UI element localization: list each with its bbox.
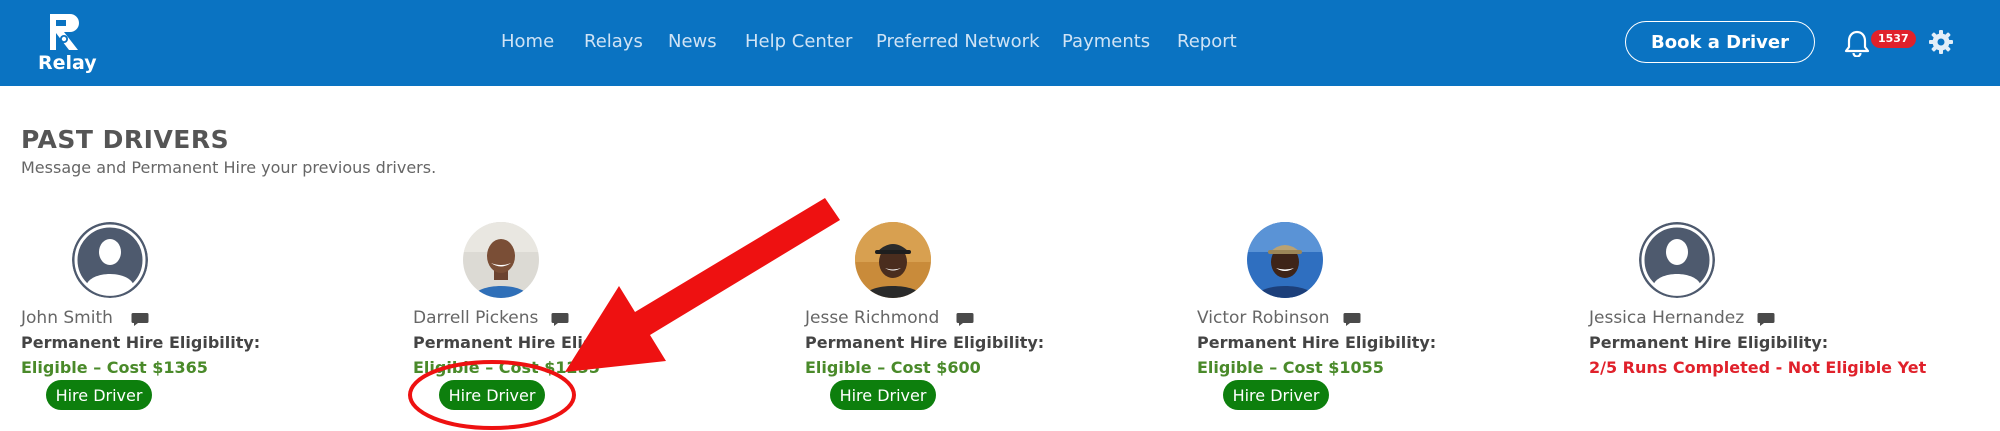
page-title: PAST DRIVERS [21, 125, 230, 154]
driver-name: Darrell Pickens [413, 308, 539, 328]
bell-icon[interactable] [1843, 29, 1871, 57]
hire-driver-button[interactable]: Hire Driver [46, 380, 152, 410]
eligibility-status: 2/5 Runs Completed - Not Eligible Yet [1589, 358, 1927, 377]
chat-icon[interactable] [1757, 312, 1775, 327]
chat-icon[interactable] [956, 312, 974, 327]
driver-photo [855, 222, 931, 298]
top-header: Relay Home Relays News Help Center Prefe… [0, 0, 2000, 86]
driver-name: Victor Robinson [1197, 308, 1330, 328]
relay-logo[interactable]: Relay [38, 12, 97, 74]
driver-card-jessica-hernandez: Jessica Hernandez Permanent Hire Eligibi… [1589, 222, 1969, 422]
driver-card-john-smith: John Smith Permanent Hire Eligibility: E… [21, 222, 401, 422]
page-subtitle: Message and Permanent Hire your previous… [21, 158, 437, 177]
driver-photo [463, 222, 539, 298]
driver-name: John Smith [21, 308, 113, 328]
chat-icon[interactable] [131, 312, 149, 327]
chat-icon[interactable] [1343, 312, 1361, 327]
eligibility-status: Eligible – Cost $600 [805, 358, 981, 377]
eligibility-label: Permanent Hire Eligibility: [805, 333, 1045, 352]
eligibility-status: Eligible – Cost $1055 [1197, 358, 1384, 377]
relay-logo-icon [50, 14, 79, 50]
hire-driver-button[interactable]: Hire Driver [830, 380, 936, 410]
default-avatar-icon [1639, 222, 1715, 298]
eligibility-label: Permanent Hire Eligibility: [413, 333, 653, 352]
nav-payments[interactable]: Payments [1062, 31, 1150, 52]
notification-badge: 1537 [1871, 30, 1916, 48]
driver-card-victor-robinson: Victor Robinson Permanent Hire Eligibili… [1197, 222, 1577, 422]
nav-home[interactable]: Home [501, 31, 554, 52]
chat-icon[interactable] [551, 312, 569, 327]
default-avatar-icon [72, 222, 148, 298]
hire-driver-button[interactable]: Hire Driver [1223, 380, 1329, 410]
nav-relays[interactable]: Relays [584, 31, 643, 52]
gear-icon[interactable] [1928, 29, 1954, 55]
eligibility-status: Eligible – Cost $1255 [413, 358, 600, 377]
nav-preferred-network[interactable]: Preferred Network [876, 31, 1040, 52]
driver-card-jesse-richmond: Jesse Richmond Permanent Hire Eligibilit… [805, 222, 1185, 422]
eligibility-label: Permanent Hire Eligibility: [1589, 333, 1829, 352]
hire-driver-button[interactable]: Hire Driver [439, 380, 545, 410]
book-driver-button[interactable]: Book a Driver [1625, 21, 1815, 63]
driver-avatar [855, 222, 931, 298]
logo-text: Relay [38, 52, 97, 74]
nav-report[interactable]: Report [1177, 31, 1237, 52]
driver-avatar [1247, 222, 1323, 298]
nav-help-center[interactable]: Help Center [745, 31, 852, 52]
driver-photo [1247, 222, 1323, 298]
driver-avatar [1639, 222, 1715, 298]
eligibility-label: Permanent Hire Eligibility: [21, 333, 261, 352]
driver-avatar [72, 222, 148, 298]
driver-name: Jesse Richmond [805, 308, 940, 328]
eligibility-label: Permanent Hire Eligibility: [1197, 333, 1437, 352]
driver-avatar [463, 222, 539, 298]
nav-news[interactable]: News [668, 31, 717, 52]
eligibility-status: Eligible – Cost $1365 [21, 358, 208, 377]
app-root: Relay Home Relays News Help Center Prefe… [0, 0, 2000, 431]
driver-name: Jessica Hernandez [1589, 308, 1745, 328]
driver-card-darrell-pickens: Darrell Pickens Permanent Hire Eligibili… [413, 222, 793, 422]
